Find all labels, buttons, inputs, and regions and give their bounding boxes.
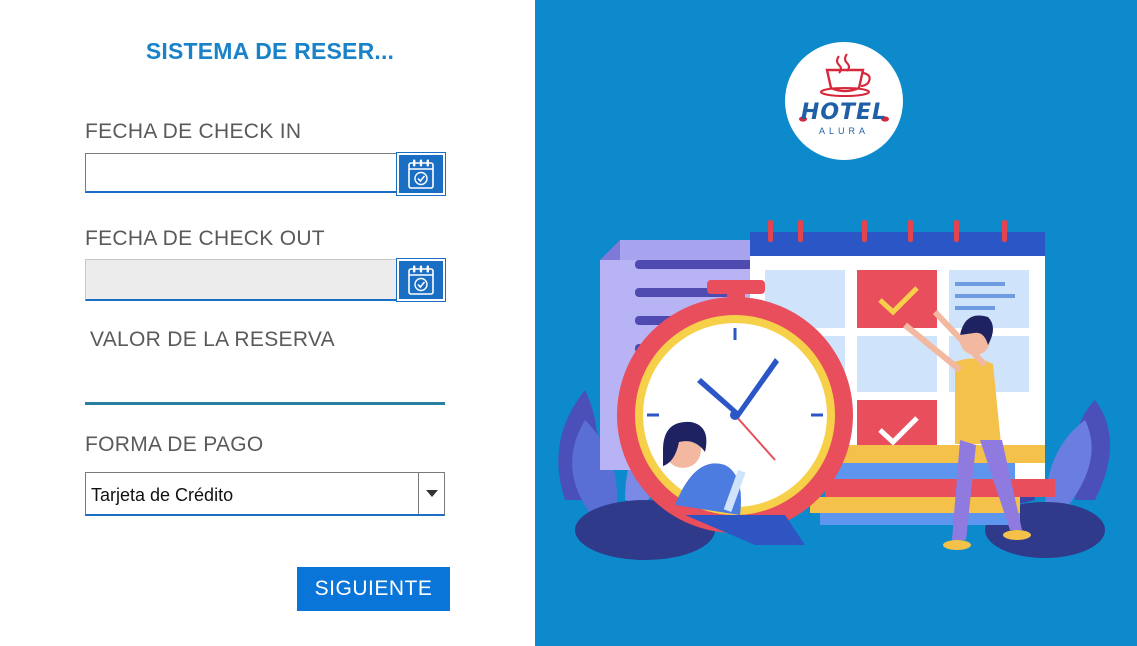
checkout-date-field[interactable]	[85, 259, 397, 301]
checkout-label: FECHA DE CHECK OUT	[85, 227, 325, 250]
checkin-date-field[interactable]	[85, 153, 397, 193]
hotel-logo: HOTEL ALURA	[785, 42, 903, 160]
payment-method-value: Tarjeta de Crédito	[91, 485, 234, 505]
dropdown-toggle[interactable]	[418, 473, 444, 514]
calendar-icon	[408, 265, 434, 295]
next-button[interactable]: SIGUIENTE	[297, 567, 450, 611]
valor-label: VALOR DE LA RESERVA	[90, 328, 335, 351]
calendar-icon	[408, 159, 434, 189]
checkin-label: FECHA DE CHECK IN	[85, 120, 302, 143]
reservation-window: SISTEMA DE RESER... FECHA DE CHECK IN FE…	[0, 0, 1137, 646]
reservation-form: SISTEMA DE RESER... FECHA DE CHECK IN FE…	[0, 0, 535, 646]
page-title: SISTEMA DE RESER...	[145, 38, 395, 64]
logo-main-text: HOTEL	[800, 100, 888, 125]
illustration-panel: HOTEL ALURA	[535, 0, 1137, 646]
valor-field[interactable]	[85, 362, 445, 402]
reservation-illustration	[558, 220, 1110, 560]
logo-sub-text: ALURA	[818, 126, 869, 136]
checkin-calendar-button[interactable]	[396, 152, 446, 196]
chevron-down-icon	[425, 490, 438, 497]
checkout-calendar-button[interactable]	[396, 258, 446, 302]
pago-label: FORMA DE PAGO	[85, 433, 264, 456]
payment-method-select[interactable]: Tarjeta de Crédito	[85, 472, 445, 516]
valor-underline	[85, 402, 445, 405]
